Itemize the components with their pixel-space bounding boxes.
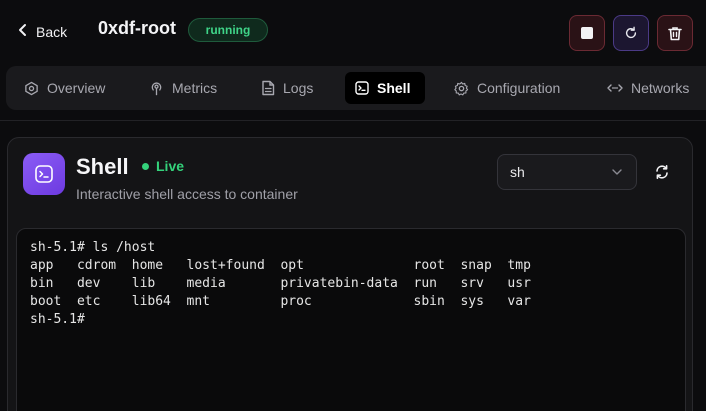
- terminal-line: bin dev lib media privatebin-data run sr…: [30, 276, 531, 291]
- refresh-icon: [656, 165, 668, 179]
- back-label: Back: [36, 24, 68, 40]
- delete-button[interactable]: [657, 15, 693, 51]
- chevron-left-icon: [18, 23, 28, 41]
- status-badge: running: [188, 18, 268, 42]
- stop-icon: [581, 27, 593, 39]
- tab-overview[interactable]: Overview: [14, 72, 115, 104]
- back-button[interactable]: Back: [18, 20, 67, 44]
- restart-icon: [625, 26, 637, 39]
- logs-icon: [262, 80, 275, 96]
- page-header: Back 0xdf-root running: [0, 0, 706, 64]
- tab-label: Configuration: [477, 80, 561, 96]
- terminal-line: boot etc lib64 mnt proc sbin sys var: [30, 294, 531, 309]
- restart-button[interactable]: [613, 15, 649, 51]
- terminal-line: app cdrom home lost+found opt root snap …: [30, 258, 531, 273]
- chevron-down-icon: [612, 169, 622, 175]
- live-indicator: Live: [142, 158, 184, 174]
- terminal-line: sh-5.1#: [30, 312, 85, 327]
- tab-logs[interactable]: Logs: [251, 72, 323, 104]
- shell-select-value: sh: [510, 164, 525, 180]
- terminal[interactable]: sh-5.1# ls /host app cdrom home lost+fou…: [16, 228, 686, 411]
- tab-label: Logs: [283, 80, 314, 96]
- panel-subtitle: Interactive shell access to container: [76, 186, 298, 202]
- gear-icon: [454, 81, 469, 95]
- tab-label: Networks: [631, 80, 690, 96]
- network-icon: [607, 84, 623, 92]
- stop-button[interactable]: [569, 15, 605, 51]
- reconnect-button[interactable]: [645, 155, 679, 189]
- terminal-icon: [355, 81, 369, 95]
- live-label: Live: [156, 158, 185, 174]
- tab-label: Shell: [377, 80, 411, 96]
- tab-bar: Overview Metrics Logs Shell Configuratio…: [6, 66, 706, 110]
- terminal-line: sh-5.1# ls /host: [30, 240, 156, 255]
- tab-label: Overview: [47, 80, 106, 96]
- overview-icon: [25, 81, 38, 95]
- tab-shell[interactable]: Shell: [345, 72, 425, 104]
- page-title: 0xdf-root: [98, 18, 176, 38]
- shell-select[interactable]: sh: [497, 154, 637, 190]
- terminal-icon: [23, 153, 65, 195]
- section-divider: [0, 120, 706, 121]
- live-dot-icon: [142, 162, 149, 170]
- metrics-icon: [151, 81, 162, 95]
- tab-configuration[interactable]: Configuration: [444, 72, 570, 104]
- tab-label: Metrics: [172, 80, 218, 96]
- tab-metrics[interactable]: Metrics: [139, 72, 227, 104]
- panel-title: Shell: [76, 154, 129, 179]
- terminal-output[interactable]: sh-5.1# ls /host app cdrom home lost+fou…: [30, 239, 678, 411]
- tab-networks[interactable]: Networks: [597, 72, 699, 104]
- trash-icon: [668, 26, 682, 40]
- shell-panel: Shell Live Interactive shell access to c…: [7, 137, 693, 411]
